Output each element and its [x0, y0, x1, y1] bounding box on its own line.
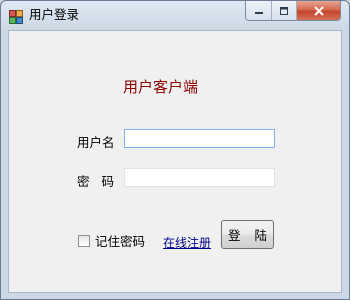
- login-button[interactable]: 登 陆: [221, 220, 274, 249]
- maximize-button[interactable]: [271, 1, 296, 20]
- login-window: 用户登录 用户客户端 用户名 密 码 记住密码 在线注册 登 陆: [0, 0, 350, 300]
- remember-password-checkbox[interactable]: 记住密码: [78, 231, 145, 250]
- password-label: 密 码: [77, 174, 118, 189]
- app-heading: 用户客户端: [123, 78, 199, 96]
- maximize-icon: [280, 6, 288, 15]
- close-icon: [313, 5, 324, 16]
- register-online-link[interactable]: 在线注册: [163, 234, 211, 251]
- minimize-button[interactable]: [246, 1, 271, 20]
- username-input[interactable]: [124, 129, 275, 148]
- minimize-icon: [254, 11, 263, 14]
- remember-password-label[interactable]: 记住密码: [95, 231, 145, 250]
- password-input[interactable]: [124, 168, 275, 187]
- client-area: 用户客户端 用户名 密 码 记住密码 在线注册 登 陆: [8, 30, 342, 293]
- window-controls: [245, 1, 341, 21]
- username-label: 用户名: [77, 135, 115, 150]
- checkbox-box[interactable]: [78, 234, 90, 247]
- title-bar[interactable]: 用户登录: [1, 1, 349, 29]
- close-button[interactable]: [296, 1, 340, 20]
- window-title: 用户登录: [29, 7, 80, 22]
- app-icon: [9, 9, 23, 24]
